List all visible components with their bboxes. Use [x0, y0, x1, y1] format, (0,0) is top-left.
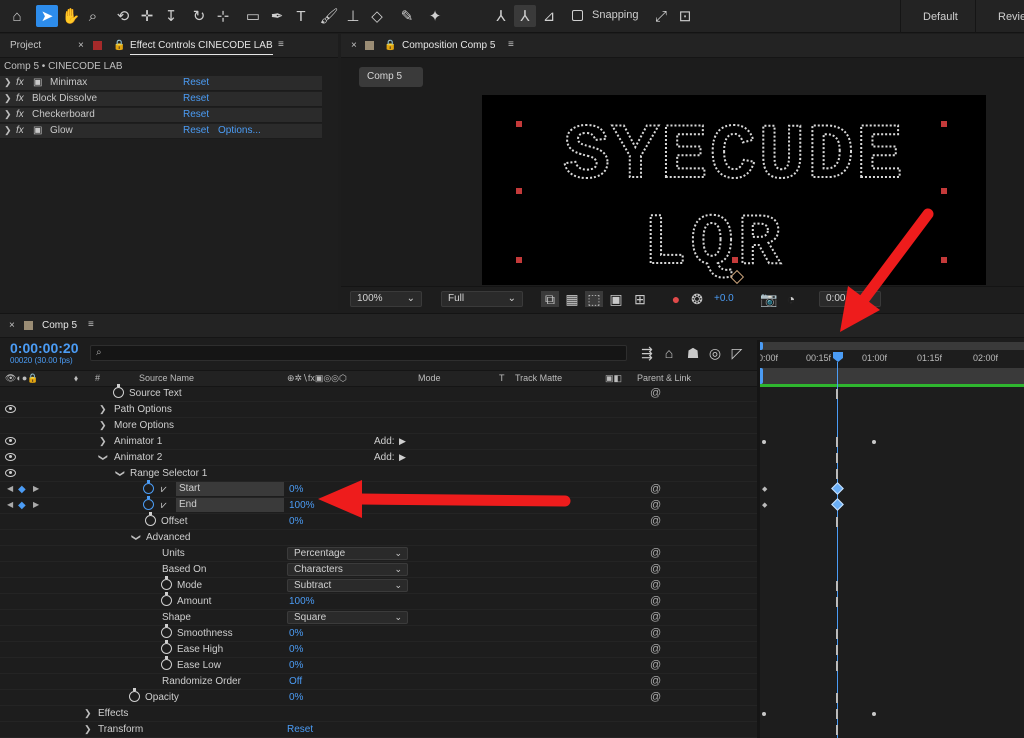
annotation-arrows [318, 208, 934, 518]
arrow-to-playhead [840, 208, 934, 332]
arrow-to-start-end [318, 480, 571, 518]
